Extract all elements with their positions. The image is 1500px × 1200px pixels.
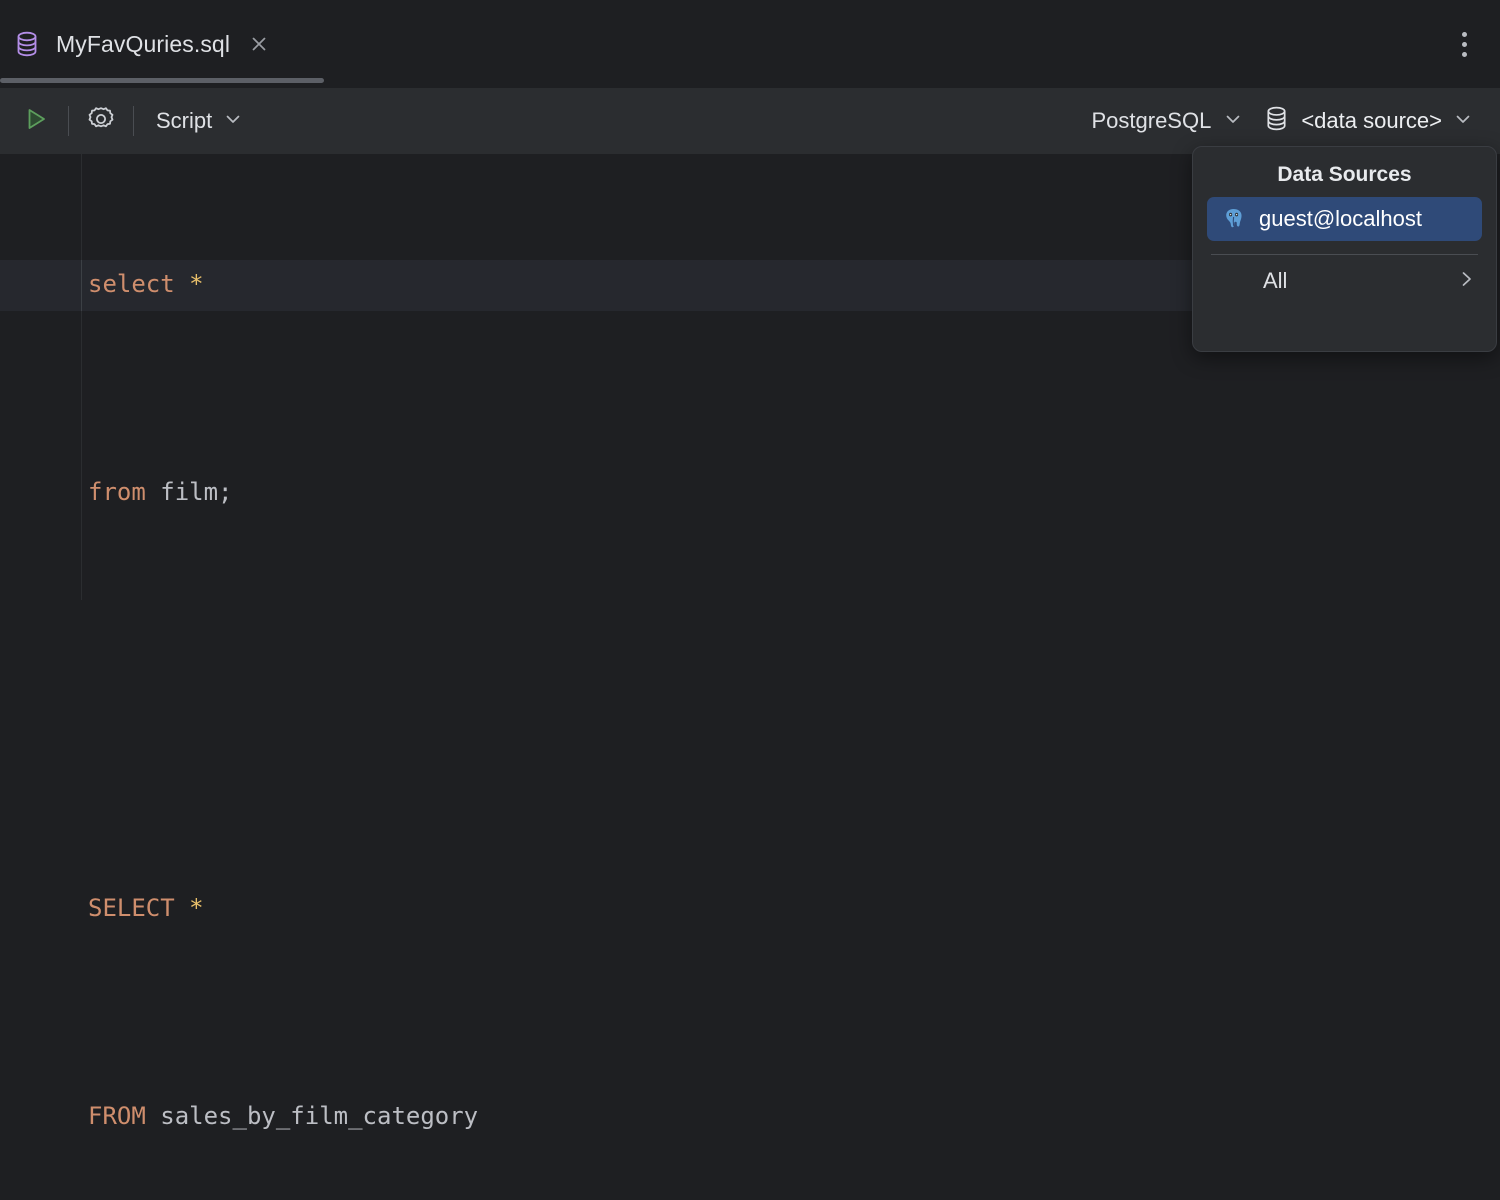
tab-title: MyFavQuries.sql xyxy=(56,30,231,57)
data-source-dropdown[interactable]: <data source> xyxy=(1252,99,1480,143)
dot xyxy=(1461,31,1467,37)
sql-dialect-dropdown[interactable]: PostgreSQL xyxy=(1081,99,1252,143)
popup-title: Data Sources xyxy=(1277,163,1412,186)
popup-divider xyxy=(1211,254,1478,255)
postgresql-elephant-icon xyxy=(1221,206,1247,232)
dot xyxy=(1461,51,1467,57)
close-icon[interactable] xyxy=(246,31,272,57)
toolbar-right-group: PostgreSQL <data source> xyxy=(1081,88,1480,154)
data-source-all-label: All xyxy=(1263,268,1288,293)
toolbar-divider xyxy=(68,106,69,136)
sql-wildcard: * xyxy=(189,270,204,298)
sql-table-name: film xyxy=(160,478,219,506)
code-line[interactable]: FROM sales_by_film_category xyxy=(88,1090,1188,1142)
sql-wildcard: * xyxy=(189,894,204,922)
sql-table-name: sales_by_film_category xyxy=(160,1102,479,1130)
editor-tab-myfavquries[interactable]: MyFavQuries.sql xyxy=(0,0,272,88)
toolbar-left-group: Script xyxy=(0,88,252,154)
data-sources-popup: Data Sources guest@localhost All xyxy=(1192,146,1497,352)
code-line[interactable]: select * xyxy=(88,258,1188,310)
tab-bar: MyFavQuries.sql xyxy=(0,0,1500,88)
script-selector-dropdown[interactable]: Script xyxy=(144,99,252,143)
play-icon xyxy=(23,106,49,137)
chevron-down-icon xyxy=(1454,110,1472,133)
data-source-item-all[interactable]: All xyxy=(1207,261,1482,301)
dot xyxy=(1461,41,1467,47)
data-source-item-guest-localhost[interactable]: guest@localhost xyxy=(1207,197,1482,241)
active-tab-indicator xyxy=(0,78,324,83)
code-line-empty[interactable] xyxy=(88,674,1188,726)
sql-keyword: SELECT xyxy=(88,894,175,922)
chevron-down-icon xyxy=(224,110,242,133)
settings-button[interactable] xyxy=(79,99,123,143)
code-line[interactable]: SELECT * xyxy=(88,882,1188,934)
sql-keyword: from xyxy=(88,478,146,506)
code-line[interactable]: from film; xyxy=(88,466,1188,518)
sql-punctuation: ; xyxy=(218,478,233,506)
code-content[interactable]: select * from film; SELECT * FROM sales_… xyxy=(88,154,1188,1200)
editor-gutter[interactable] xyxy=(0,154,82,600)
script-selector-label: Script xyxy=(156,108,213,133)
toolbar-divider xyxy=(133,106,134,136)
database-icon xyxy=(1264,105,1289,137)
sql-keyword: FROM xyxy=(88,1102,146,1130)
chevron-right-icon xyxy=(1456,269,1476,294)
chevron-down-icon xyxy=(1224,110,1242,133)
data-source-item-label: guest@localhost xyxy=(1259,206,1422,231)
database-icon xyxy=(14,30,40,58)
sql-dialect-label: PostgreSQL xyxy=(1091,108,1212,133)
sql-keyword: select xyxy=(88,270,175,298)
editor-toolbar: Script PostgreSQL <data source> xyxy=(0,88,1500,154)
run-query-button[interactable] xyxy=(14,99,58,143)
more-vertical-icon[interactable] xyxy=(1450,28,1478,60)
gear-icon xyxy=(87,105,115,138)
current-line-gutter-separator xyxy=(81,260,82,311)
data-source-label: <data source> xyxy=(1301,108,1442,133)
